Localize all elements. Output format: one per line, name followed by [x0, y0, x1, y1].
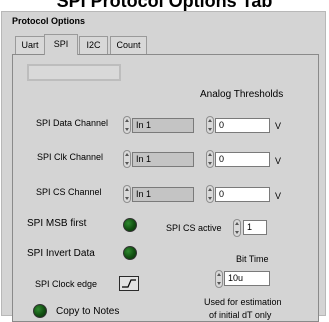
copy-to-notes-led[interactable] [33, 304, 47, 318]
threshold-1-field[interactable]: 0 [215, 118, 270, 133]
spi-data-channel-label: SPI Data Channel [36, 118, 109, 128]
copy-to-notes-label: Copy to Notes [56, 306, 120, 317]
spi-clk-channel-field[interactable]: In 1 [132, 152, 194, 167]
analog-thresholds-label: Analog Thresholds [200, 89, 284, 100]
bit-time-field[interactable]: 10u [224, 271, 270, 286]
spi-clk-channel-spinner[interactable] [123, 150, 131, 168]
threshold-3-field[interactable]: 0 [215, 187, 270, 202]
spi-msb-first-led[interactable] [123, 218, 137, 232]
spi-invert-data-label: SPI Invert Data [27, 248, 95, 259]
bit-time-note-line2: of initial dT only [209, 310, 272, 320]
threshold-1-unit: V [275, 121, 282, 131]
spi-cs-channel-spinner[interactable] [123, 185, 131, 203]
tab-i2c[interactable]: I2C [79, 36, 108, 54]
blank-input-box[interactable] [27, 64, 121, 81]
spi-cs-active-field[interactable]: 1 [243, 220, 267, 235]
spi-data-channel-field[interactable]: In 1 [132, 118, 194, 133]
spi-cs-channel-field[interactable]: In 1 [132, 187, 194, 202]
tab-uart[interactable]: Uart [15, 36, 45, 54]
bit-time-spinner[interactable] [215, 270, 223, 288]
threshold-2-spinner[interactable] [206, 150, 214, 168]
threshold-2-unit: V [275, 156, 282, 166]
spi-clk-channel-label: SPI Clk Channel [37, 152, 104, 162]
spi-data-channel-spinner[interactable] [123, 116, 131, 134]
spi-cs-active-label: SPI CS active [166, 223, 222, 233]
spi-clock-edge-label: SPI Clock edge [35, 279, 98, 289]
spi-cs-channel-label: SPI CS Channel [36, 187, 102, 197]
threshold-3-unit: V [275, 191, 282, 201]
threshold-3-spinner[interactable] [206, 185, 214, 203]
bit-time-note-line1: Used for estimation [204, 297, 282, 307]
spi-invert-data-led[interactable] [123, 246, 137, 260]
spi-cs-active-spinner[interactable] [233, 219, 241, 237]
rising-edge-icon [122, 279, 136, 288]
tab-count[interactable]: Count [110, 36, 147, 54]
spi-tab-page: Analog Thresholds SPI Data Channel In 1 … [12, 54, 319, 322]
protocol-options-panel: Protocol Options Uart SPI I2C Count Anal… [1, 11, 326, 322]
spi-msb-first-label: SPI MSB first [27, 218, 87, 229]
panel-title: Protocol Options [12, 16, 85, 26]
threshold-1-spinner[interactable] [206, 116, 214, 134]
threshold-2-field[interactable]: 0 [215, 152, 270, 167]
bit-time-label: Bit Time [236, 254, 269, 264]
clock-edge-button[interactable] [119, 276, 139, 291]
tab-spi[interactable]: SPI [44, 34, 78, 55]
